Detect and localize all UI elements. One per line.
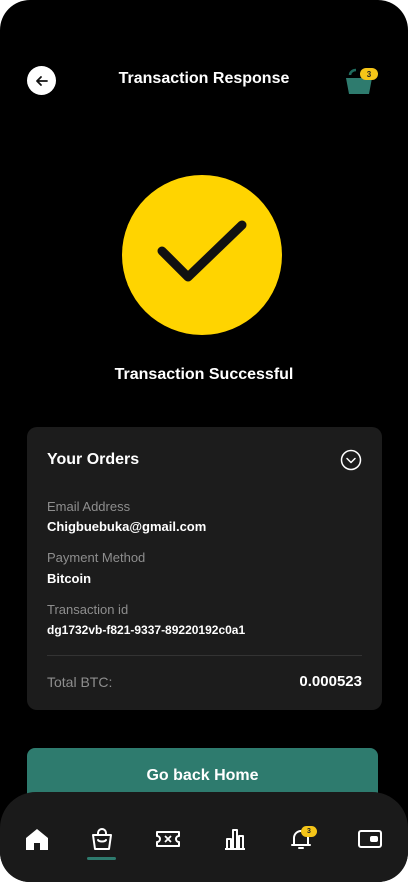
- active-tab-indicator: [87, 857, 116, 860]
- status-message: Transaction Successful: [114, 366, 294, 383]
- email-value: Chigbuebuka@gmail.com: [47, 519, 207, 534]
- notification-badge: 3: [301, 826, 317, 837]
- stats-icon: [225, 829, 245, 850]
- transaction-id-value: dg1732vb-f821-9337-89220192c0a1: [47, 623, 246, 637]
- ticket-icon: [156, 831, 180, 847]
- payment-method-value: Bitcoin: [47, 571, 92, 586]
- orders-card: Your Orders Email Address Chigbuebuka@gm…: [27, 427, 382, 710]
- cart-count-badge: 3: [360, 68, 378, 80]
- nav-shop[interactable]: [88, 825, 116, 853]
- total-label: Total BTC:: [47, 674, 113, 690]
- shopping-bag-icon: [92, 828, 112, 850]
- orders-title: Your Orders: [47, 451, 140, 468]
- nav-tickets[interactable]: [154, 825, 182, 853]
- chevron-down-icon[interactable]: [340, 449, 362, 471]
- home-icon: [26, 829, 48, 850]
- nav-wallet[interactable]: [356, 825, 384, 853]
- cart-button[interactable]: 3: [343, 65, 378, 99]
- nav-home[interactable]: [23, 825, 51, 853]
- transaction-id-label: Transaction id: [47, 602, 129, 617]
- nav-stats[interactable]: [221, 825, 249, 853]
- total-value: 0.000523: [299, 673, 362, 690]
- checkmark-icon: [157, 220, 247, 282]
- bottom-nav: 3: [0, 792, 408, 882]
- wallet-icon: [358, 830, 382, 848]
- header: Transaction Response 3: [0, 60, 408, 100]
- success-circle: [122, 175, 282, 335]
- divider: [47, 655, 362, 656]
- email-label: Email Address: [47, 499, 131, 514]
- payment-method-label: Payment Method: [47, 550, 146, 565]
- phone-screen: Transaction Response 3 Transaction Succe…: [0, 0, 408, 882]
